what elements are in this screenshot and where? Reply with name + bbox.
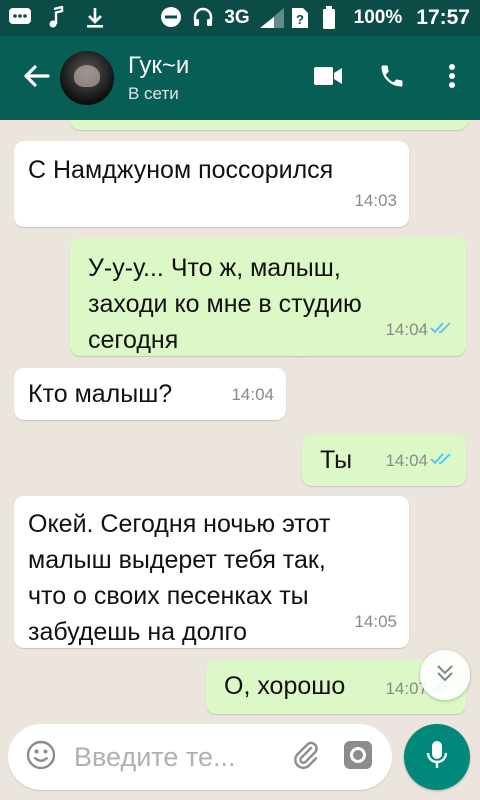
message-bubble[interactable]: Окей. Сегодня ночью этот малыш выдерет т… [14, 496, 409, 648]
composer [0, 716, 480, 800]
back-button[interactable] [12, 36, 60, 120]
status-bar: 3G ? 100% 17:57 [0, 0, 480, 36]
voice-message-button[interactable] [404, 724, 470, 790]
signal-strength-icon [258, 6, 284, 30]
video-call-button[interactable] [296, 36, 360, 120]
previous-message-bubble [70, 120, 468, 130]
avatar[interactable] [60, 51, 114, 105]
battery-percent: 100% [353, 7, 403, 28]
message-text: Окей. Сегодня ночью этот малыш выдерет т… [28, 510, 331, 646]
message-input-box [8, 724, 392, 790]
message-bubble[interactable]: С Намджуном поссорился 14:03 [14, 141, 409, 227]
camera-icon [342, 739, 374, 776]
camera-button[interactable] [332, 724, 384, 790]
double-chevron-down-icon [434, 662, 456, 689]
network-type: 3G [224, 7, 250, 28]
emoji-icon [25, 739, 57, 776]
back-arrow-icon [21, 61, 51, 96]
voice-call-button[interactable] [360, 36, 424, 120]
message-meta: 14:03 [354, 183, 397, 219]
message-bubble[interactable]: У-у-у... Что ж, малыш, заходи ко мне в с… [70, 238, 466, 356]
message-input[interactable] [74, 741, 280, 773]
message-meta: 14:05 [354, 604, 397, 640]
attach-button[interactable] [280, 724, 332, 790]
message-time: 14:04 [231, 385, 274, 404]
emoji-button[interactable] [8, 724, 74, 790]
more-vert-icon [448, 63, 456, 94]
message-meta: 14:04 [231, 377, 274, 413]
message-text: С Намджуном поссорился [28, 156, 334, 184]
no-sim-icon: ? [290, 6, 314, 30]
message-time: 14:03 [354, 191, 397, 210]
video-call-icon [313, 65, 343, 92]
download-icon [84, 6, 108, 30]
message-time: 14:04 [385, 320, 428, 339]
more-options-button[interactable] [424, 36, 480, 120]
read-ticks-icon [430, 312, 454, 348]
message-meta: 14:04 [385, 312, 454, 348]
battery-icon [322, 6, 346, 30]
scroll-to-bottom-button[interactable] [420, 650, 470, 700]
status-bar-notifications [8, 5, 108, 30]
headphones-icon [192, 6, 216, 30]
status-bar-system: 3G ? 100% 17:57 [160, 6, 470, 30]
read-ticks-icon [430, 443, 454, 479]
chat-header: Гук~и В сети [0, 36, 480, 120]
microphone-icon [425, 739, 449, 776]
music-note-icon [46, 5, 70, 30]
message-time: 14:05 [354, 612, 397, 631]
do-not-disturb-icon [160, 6, 184, 30]
chat-notification-icon [8, 6, 32, 30]
contact-name: Гук~и [128, 52, 190, 79]
phone-icon [378, 62, 406, 95]
message-bubble[interactable]: Ты 14:04 [302, 434, 466, 486]
contact-status: В сети [128, 84, 179, 103]
message-bubble[interactable]: Кто малыш? 14:04 [14, 368, 286, 420]
message-list[interactable]: С Намджуном поссорился 14:03 У-у-у... Чт… [0, 120, 480, 716]
clock: 17:57 [416, 6, 470, 29]
message-time: 14:04 [385, 451, 428, 470]
svg-text:?: ? [296, 12, 304, 27]
message-meta: 14:04 [385, 443, 454, 479]
paperclip-icon [291, 740, 321, 775]
contact-info[interactable]: Гук~и В сети [128, 52, 296, 104]
